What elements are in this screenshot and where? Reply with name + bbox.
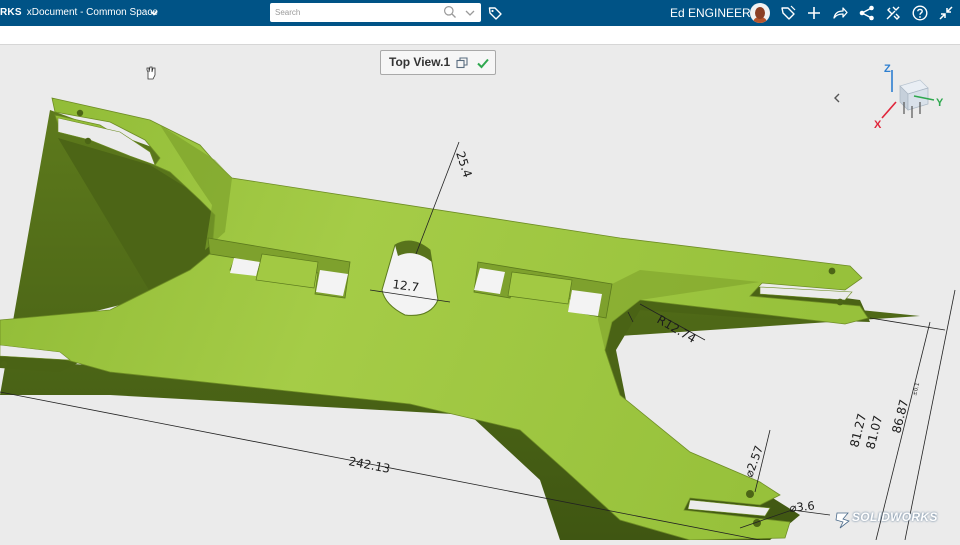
search-input[interactable] [275, 3, 440, 22]
search-icon[interactable] [443, 5, 457, 19]
dimension-86-87-tolerance: ±0.1 [912, 382, 921, 396]
view-label[interactable]: Top View.1 [380, 50, 496, 75]
dimension-25-4[interactable]: 25.4 [453, 150, 475, 180]
app-name: RKS [0, 7, 22, 18]
checkmark-icon[interactable] [476, 56, 490, 70]
tools-icon[interactable] [884, 4, 902, 22]
tag-outline-icon[interactable] [779, 4, 797, 22]
collapse-icon[interactable] [937, 4, 955, 22]
solidworks-logo: SOLIDWORKS [834, 508, 954, 532]
chevron-left-icon[interactable] [831, 91, 843, 105]
document-title[interactable]: xDocument - Common Space [27, 7, 158, 18]
cursor-icon [146, 66, 156, 80]
share-arrow-icon[interactable] [831, 4, 849, 22]
solidworks-wordmark: SOLIDWORKS [852, 510, 938, 524]
share-network-icon[interactable] [858, 4, 876, 22]
dimension-242-13[interactable]: 242.13 [347, 454, 391, 476]
plus-icon[interactable] [805, 4, 823, 22]
search-box[interactable] [270, 3, 481, 22]
dimension-86-87[interactable]: 86.87 [889, 398, 911, 435]
chevron-down-icon[interactable] [149, 8, 159, 18]
user-name[interactable]: Ed ENGINEER [670, 0, 751, 26]
view-title: Top View.1 [389, 55, 451, 69]
avatar[interactable] [750, 3, 770, 23]
top-bar: RKS xDocument - Common Space Ed ENGINEER [0, 0, 960, 26]
tag-icon[interactable] [487, 5, 503, 21]
part-model-canvas[interactable]: 25.4 12.7 R12.74 242.13 ⌀2.57 ⌀3.6 81.27… [0, 44, 960, 541]
avatar-face [755, 7, 765, 19]
search-options-chevron-icon[interactable] [463, 6, 477, 20]
help-icon[interactable] [911, 4, 929, 22]
command-strip [0, 26, 960, 45]
triad-y-label: Y [936, 97, 944, 109]
triad-z-label: Z [884, 63, 891, 75]
triad-icon[interactable]: Z Y X [868, 58, 950, 140]
dimension-dia-3-6[interactable]: ⌀3.6 [789, 498, 816, 515]
3d-viewport[interactable]: 25.4 12.7 R12.74 242.13 ⌀2.57 ⌀3.6 81.27… [0, 44, 960, 541]
app-brand: RKS xDocument - Common Space [0, 0, 158, 26]
triad-x-label: X [874, 119, 882, 131]
copy-icon[interactable] [456, 57, 468, 69]
ds-logo-mark [835, 512, 850, 529]
